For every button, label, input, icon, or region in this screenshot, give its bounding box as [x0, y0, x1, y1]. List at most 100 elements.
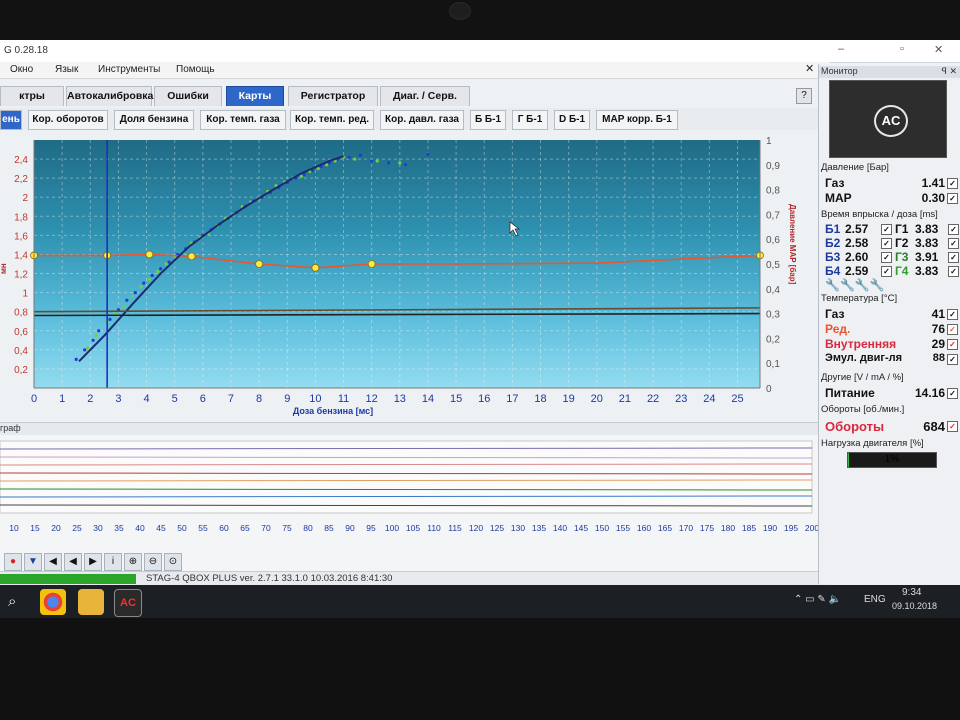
- y-right-tick-label: 0,1: [766, 359, 780, 370]
- clock-time[interactable]: 9:34: [902, 587, 921, 598]
- scatter-point-blue: [108, 317, 112, 321]
- tab-errors[interactable]: Ошибки: [154, 86, 222, 106]
- screen: G 0.28.18 – ▫ ✕ Окно Язык Инструменты По…: [0, 40, 960, 618]
- petrol-dose-chart[interactable]: 0 1 2 3 4 5 6 7 8 9 10 11 12 13 14 15 16 17 18 19 20 21 22 23 24…: [0, 132, 818, 422]
- graph-x-tick-label: 45: [156, 523, 166, 533]
- graph-title: граф: [0, 423, 21, 433]
- checkbox[interactable]: ✓: [948, 252, 959, 263]
- close-inner-icon[interactable]: ✕: [805, 62, 814, 75]
- subtab-gas-pressure-correction[interactable]: Кор. давл. газа: [380, 110, 464, 130]
- graph-x-tick-label: 20: [51, 523, 61, 533]
- temp-internal-row: Внутренняя 29 ✓: [825, 337, 959, 351]
- ac-app-icon[interactable]: AC: [114, 589, 142, 617]
- subtab-d-b1[interactable]: D Б-1: [554, 110, 590, 130]
- minimize-button[interactable]: –: [838, 43, 844, 55]
- tab-autocalibration[interactable]: Автокалибровка: [66, 86, 153, 106]
- tab-recorder[interactable]: Регистратор: [288, 86, 378, 106]
- scatter-point-blue: [150, 273, 154, 278]
- clock-date[interactable]: 09.10.2018: [892, 601, 937, 611]
- search-icon[interactable]: ⌕: [8, 593, 16, 610]
- close-button[interactable]: ✕: [934, 43, 943, 56]
- first-button[interactable]: ◀: [44, 553, 62, 571]
- pressure-map-row: MAP 0.30 ✓: [825, 191, 959, 205]
- maximize-button[interactable]: ▫: [900, 43, 904, 55]
- scatter-point-blue: [142, 281, 146, 285]
- dropdown-button[interactable]: ▼: [24, 553, 42, 571]
- checkbox[interactable]: ✓: [881, 252, 892, 263]
- graph-x-tick-label: 75: [282, 523, 292, 533]
- x-tick-label: 15: [450, 393, 462, 405]
- zoom-fit-icon[interactable]: ⊙: [164, 553, 182, 571]
- checkbox[interactable]: ✓: [948, 266, 959, 277]
- graph-x-tick-label: 10: [9, 523, 19, 533]
- checkbox[interactable]: ✓: [947, 178, 958, 189]
- series-marker: [311, 263, 320, 272]
- rpm-row: Обороты 684 ✓: [825, 419, 959, 434]
- tab-parameters[interactable]: ктры: [0, 86, 64, 106]
- graph-x-tick-label: 80: [303, 523, 313, 533]
- engine-load-bar: 1%: [847, 452, 937, 468]
- injector-icons: 🔧🔧🔧🔧: [825, 278, 885, 292]
- tab-maps[interactable]: Карты: [226, 86, 284, 106]
- menu-language[interactable]: Язык: [55, 64, 78, 75]
- file-explorer-icon[interactable]: [78, 589, 104, 615]
- graph-x-tick-label: 145: [574, 523, 588, 533]
- pressure-section-title: Давление [Бар]: [821, 162, 889, 173]
- checkbox[interactable]: ✓: [947, 193, 958, 204]
- x-tick-label: 21: [619, 393, 631, 405]
- y-tick-label: 2,4: [14, 155, 28, 166]
- y-right-tick-label: 0,7: [766, 210, 780, 221]
- gas-injector-value: 3.91: [915, 250, 939, 264]
- prev-button[interactable]: ◀: [64, 553, 82, 571]
- menu-window[interactable]: Окно: [10, 64, 33, 75]
- subtab-g-b1[interactable]: Г Б-1: [512, 110, 548, 130]
- chrome-icon[interactable]: [40, 589, 66, 615]
- info-icon[interactable]: i: [104, 553, 122, 571]
- next-button[interactable]: ▶: [84, 553, 102, 571]
- y-right-tick-label: 0,3: [766, 310, 780, 321]
- x-tick-label: 5: [172, 393, 178, 405]
- x-tick-label: 8: [256, 393, 262, 405]
- subtab-main[interactable]: ень: [0, 110, 22, 130]
- graph-header: граф: [0, 423, 828, 435]
- scatter-point-green: [398, 161, 402, 165]
- subtab-map-correction[interactable]: MAP корр. Б-1: [596, 110, 678, 130]
- subtab-gas-temp-correction[interactable]: Кор. темп. газа: [200, 110, 286, 130]
- recorder-graph[interactable]: 10 15 20 25 30 35 40 45 50 55 60 65 70 75 80 85 90 95 100 1…: [0, 435, 828, 551]
- record-button[interactable]: ●: [4, 553, 22, 571]
- checkbox[interactable]: ✓: [881, 266, 892, 277]
- checkbox[interactable]: ✓: [948, 238, 959, 249]
- y-tick-label: 1,6: [14, 231, 28, 242]
- menu-help[interactable]: Помощь: [176, 64, 215, 75]
- zoom-in-icon[interactable]: ⊕: [124, 553, 142, 571]
- tray-icons[interactable]: ⌃ ▭ ✎ 🔈: [794, 594, 841, 605]
- subtab-b-b1[interactable]: Б Б-1: [470, 110, 506, 130]
- subtab-rpm-correction[interactable]: Кор. оборотов: [28, 110, 108, 130]
- laptop-bezel-top: [0, 0, 960, 40]
- tab-diag-service[interactable]: Диаг. / Серв.: [380, 86, 470, 106]
- scatter-point-green: [353, 157, 357, 161]
- zoom-out-icon[interactable]: ⊖: [144, 553, 162, 571]
- scatter-point-green: [375, 159, 379, 163]
- checkbox[interactable]: ✓: [881, 224, 892, 235]
- status-bar: STAG-4 QBOX PLUS ver. 2.7.1 33.1.0 10.03…: [0, 571, 830, 586]
- scatter-point-blue: [403, 163, 408, 167]
- graph-x-tick-label: 140: [553, 523, 567, 533]
- subtab-petrol-share[interactable]: Доля бензина: [114, 110, 194, 130]
- x-tick-label: 18: [534, 393, 546, 405]
- checkbox[interactable]: ✓: [948, 224, 959, 235]
- y-tick-label: 1,8: [14, 212, 28, 223]
- subtab-reducer-temp-correction[interactable]: Кор. темп. ред.: [290, 110, 374, 130]
- scatter-point-blue: [74, 357, 78, 361]
- graph-x-tick-label: 170: [679, 523, 693, 533]
- gas-injector-label: Г4: [895, 264, 909, 278]
- scatter-point-green: [122, 305, 126, 309]
- graph-x-tick-label: 185: [742, 523, 756, 533]
- menu-tools[interactable]: Инструменты: [98, 64, 160, 75]
- graph-x-tick-label: 30: [93, 523, 103, 533]
- checkbox[interactable]: ✓: [881, 238, 892, 249]
- y-tick-label: 1,4: [14, 250, 28, 261]
- x-tick-label: 4: [143, 393, 149, 405]
- input-language[interactable]: ENG: [864, 594, 886, 605]
- help-icon[interactable]: ?: [796, 88, 812, 104]
